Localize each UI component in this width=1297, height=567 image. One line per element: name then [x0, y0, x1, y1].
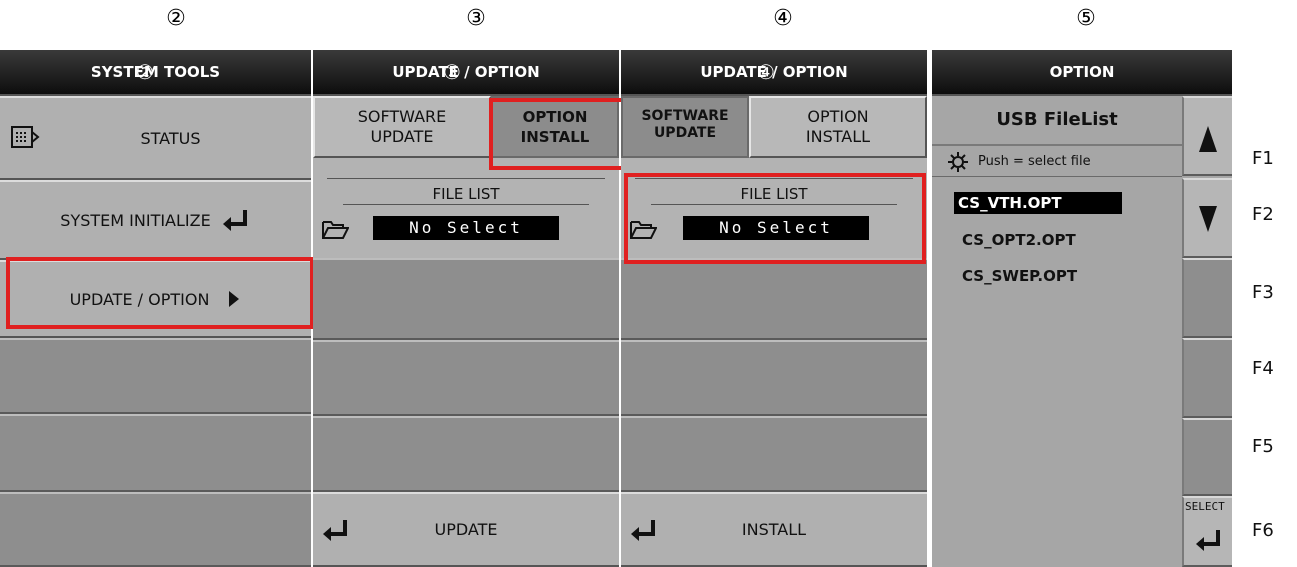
step-number-5: ⑤	[1076, 6, 1096, 31]
fkey-label: F4	[1252, 358, 1274, 379]
scroll-down-button[interactable]	[1182, 178, 1232, 258]
panel-title: SYSTEM TOOLS	[90, 63, 221, 81]
panel-header: OPTION	[932, 50, 1232, 96]
step-overlay: ③	[443, 60, 461, 84]
empty-softkey	[621, 340, 927, 416]
step-number-4: ④	[773, 6, 793, 31]
enter-arrow-icon	[321, 518, 351, 542]
update-option-button[interactable]: UPDATE / OPTION	[0, 260, 311, 338]
divider	[932, 176, 1182, 177]
empty-softkey	[1182, 338, 1232, 418]
file-list-label: FILE LIST	[343, 184, 589, 205]
arrow-right-icon	[227, 290, 241, 308]
file-item[interactable]: CS_SWEP.OPT	[958, 265, 1081, 287]
file-select-field[interactable]: No Select	[373, 216, 559, 240]
knob-icon	[948, 152, 968, 172]
select-label: SELECT	[1185, 500, 1225, 513]
tab-option-install[interactable]: OPTION INSTALL	[491, 96, 619, 158]
tab-label-line2: INSTALL	[520, 128, 590, 146]
empty-softkey	[313, 416, 619, 492]
tab-software-update[interactable]: SOFTWARE UPDATE	[313, 96, 491, 158]
divider	[327, 178, 605, 179]
file-item[interactable]: CS_OPT2.OPT	[958, 229, 1080, 251]
empty-softkey	[621, 258, 927, 340]
fkey-label: F1	[1252, 148, 1274, 169]
file-item[interactable]: CS_VTH.OPT	[954, 192, 1122, 214]
status-button[interactable]: STATUS	[0, 96, 311, 180]
enter-arrow-icon	[221, 208, 251, 232]
empty-softkey	[1182, 418, 1232, 496]
empty-softkey	[313, 340, 619, 416]
update-option-label: UPDATE / OPTION	[69, 289, 210, 309]
install-button[interactable]: INSTALL	[621, 492, 927, 567]
empty-softkey	[0, 414, 311, 492]
panel-title: UPDATE / OPTION	[392, 63, 540, 81]
enter-arrow-icon	[1196, 530, 1220, 551]
update-label: UPDATE	[434, 520, 498, 539]
empty-softkey	[313, 258, 619, 340]
folder-icon	[321, 218, 349, 240]
enter-arrow-icon	[629, 518, 659, 542]
update-option-panel: UPDATE / OPTION ④ SOFTWARE UPDATE OPTION…	[621, 50, 927, 567]
step-overlay: ④	[757, 60, 775, 84]
tab-label-line2: UPDATE	[653, 125, 717, 141]
tab-label-line2: INSTALL	[805, 127, 871, 146]
tab-label-line2: UPDATE	[370, 127, 434, 146]
arrow-down-icon	[1199, 206, 1217, 232]
step-number-2: ②	[166, 6, 186, 31]
divider	[635, 178, 913, 179]
select-button[interactable]: SELECT	[1182, 496, 1232, 567]
install-label: INSTALL	[741, 520, 807, 539]
panel-title: OPTION	[1049, 63, 1115, 81]
status-label: STATUS	[140, 128, 201, 148]
file-select-field[interactable]: No Select	[683, 216, 869, 240]
tab-label-line1: OPTION	[807, 107, 869, 126]
step-overlay: ②	[136, 60, 154, 84]
tab-label-line1: SOFTWARE	[641, 108, 729, 124]
file-list-label: FILE LIST	[651, 184, 897, 205]
empty-softkey	[0, 338, 311, 414]
status-list-icon	[10, 124, 40, 150]
update-button[interactable]: UPDATE	[313, 492, 619, 567]
panel-header: UPDATE / OPTION ④	[621, 50, 927, 96]
tab-label-line1: OPTION	[522, 108, 588, 126]
empty-softkey	[0, 492, 311, 567]
system-tools-panel: SYSTEM TOOLS ② STATUS SYSTEM INITIALIZE …	[0, 50, 311, 567]
fkey-label: F3	[1252, 282, 1274, 303]
usb-filelist-title: USB FileList	[932, 96, 1182, 146]
select-hint: Push = select file	[978, 154, 1091, 169]
tab-option-install[interactable]: OPTION INSTALL	[749, 96, 927, 158]
folder-icon	[629, 218, 657, 240]
panel-header: UPDATE / OPTION ③	[313, 50, 619, 96]
fkey-label: F6	[1252, 520, 1274, 541]
fkey-label: F2	[1252, 204, 1274, 225]
arrow-up-icon	[1199, 126, 1217, 152]
panel-header: SYSTEM TOOLS ②	[0, 50, 311, 96]
scroll-up-button[interactable]	[1182, 96, 1232, 176]
step-number-3: ③	[466, 6, 486, 31]
fkey-label: F5	[1252, 436, 1274, 457]
tab-software-update[interactable]: SOFTWARE UPDATE	[621, 96, 749, 158]
update-option-panel: UPDATE / OPTION ③ SOFTWARE UPDATE OPTION…	[313, 50, 619, 567]
empty-softkey	[621, 416, 927, 492]
tab-label-line1: SOFTWARE	[357, 107, 447, 126]
empty-softkey	[1182, 258, 1232, 338]
system-initialize-button[interactable]: SYSTEM INITIALIZE	[0, 180, 311, 260]
system-initialize-label: SYSTEM INITIALIZE	[60, 210, 211, 230]
